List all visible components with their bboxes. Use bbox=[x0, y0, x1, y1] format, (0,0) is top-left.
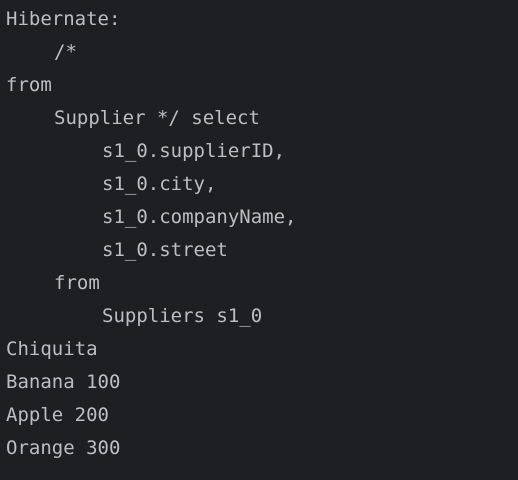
console-line-output-apple: Apple 200 bbox=[6, 404, 109, 426]
console-line-column-companyname: s1_0.companyName, bbox=[102, 206, 297, 228]
console-line-from: from bbox=[6, 74, 52, 96]
console-line-hibernate: Hibernate: bbox=[6, 8, 121, 30]
console-line-column-city: s1_0.city, bbox=[102, 173, 217, 195]
console-line-output-chiquita: Chiquita bbox=[6, 338, 98, 360]
console-output: Hibernate: /* from Supplier */ select s1… bbox=[0, 0, 518, 480]
console-line-supplier-select: Supplier */ select bbox=[54, 107, 260, 129]
console-line-table-suppliers: Suppliers s1_0 bbox=[102, 305, 263, 327]
console-line-from-clause: from bbox=[54, 272, 100, 294]
console-line-comment-open: /* bbox=[54, 41, 77, 63]
console-line-column-street: s1_0.street bbox=[102, 239, 228, 261]
console-line-output-orange: Orange 300 bbox=[6, 437, 121, 459]
console-line-output-banana: Banana 100 bbox=[6, 371, 121, 393]
console-line-column-supplierid: s1_0.supplierID, bbox=[102, 140, 286, 162]
